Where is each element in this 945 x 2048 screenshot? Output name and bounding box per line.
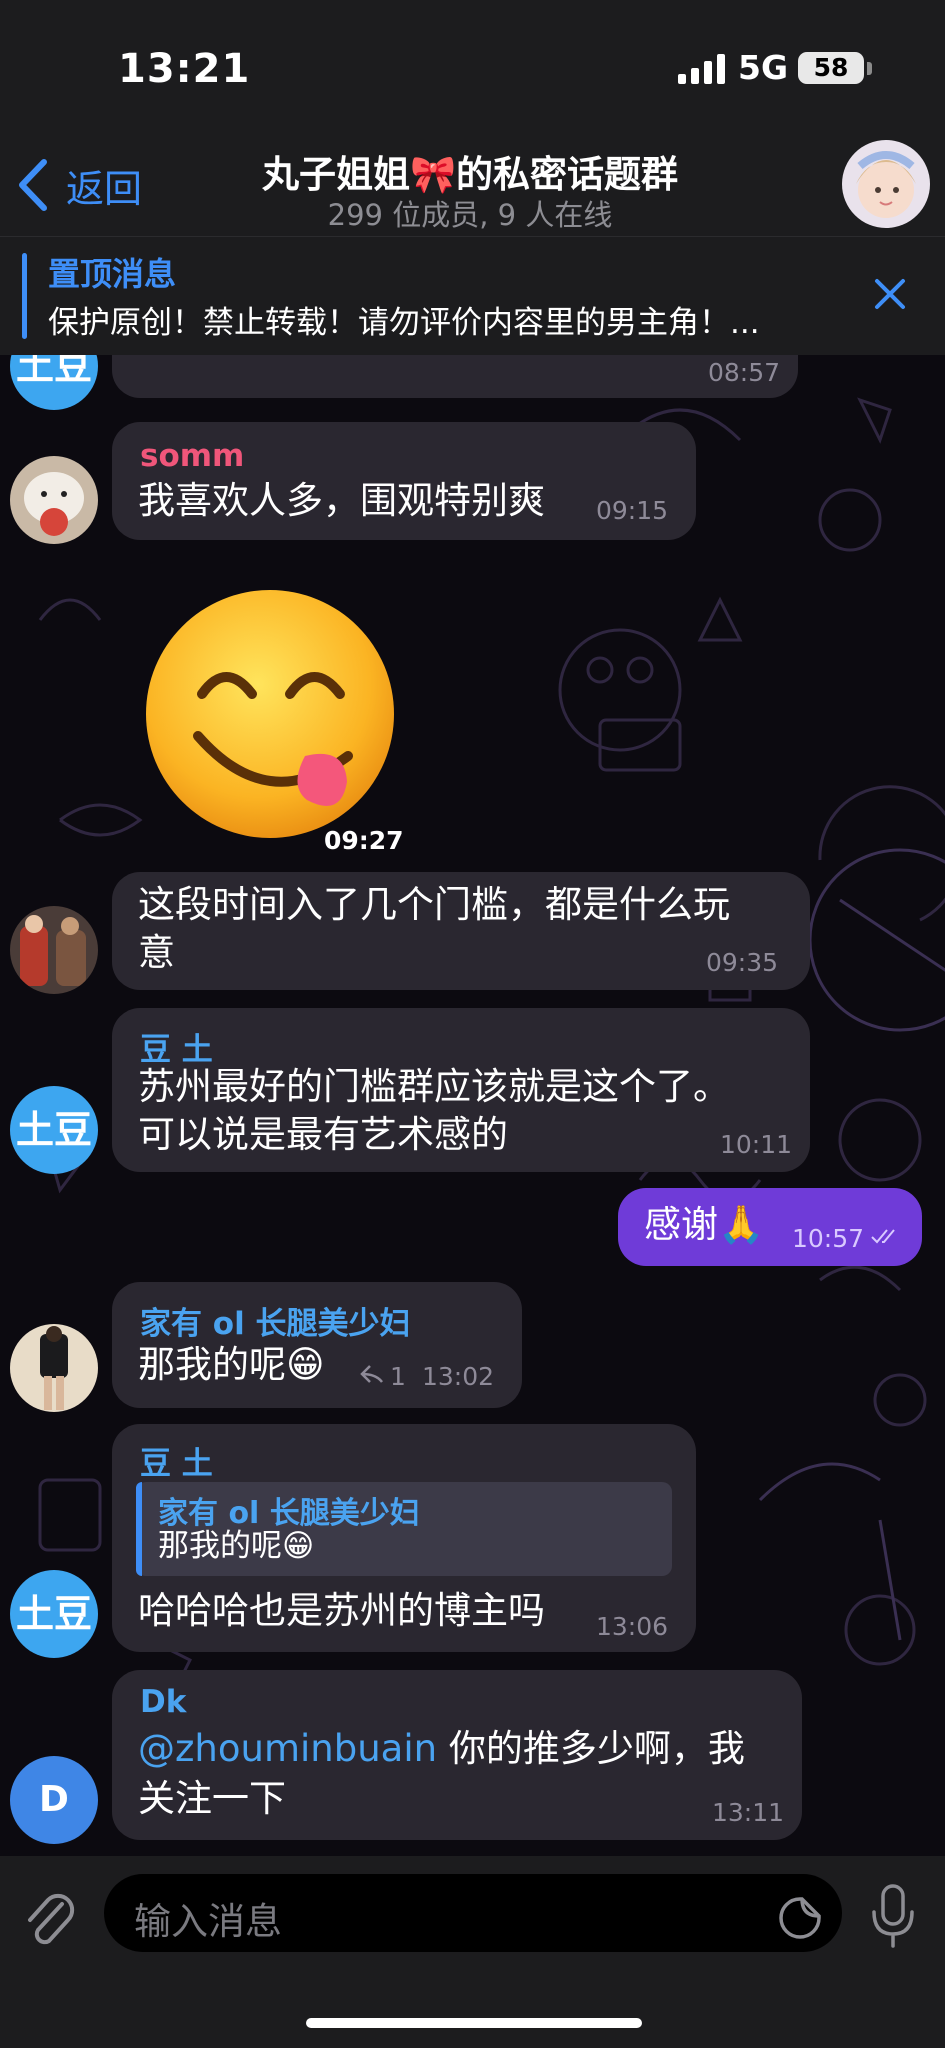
message-time: 08:57 xyxy=(708,358,781,387)
microphone-icon[interactable] xyxy=(870,1884,916,1950)
status-time: 13:21 xyxy=(118,46,251,92)
pinned-message[interactable]: 置顶消息 保护原创！禁止转载！请勿评价内容里的男主角！... xyxy=(0,236,945,355)
avatar-user-3[interactable] xyxy=(10,906,98,994)
message-text: 那我的呢😁 xyxy=(138,1343,325,1386)
status-bar: 13:21 5G 58 xyxy=(0,0,945,130)
avatar-text: D xyxy=(39,1779,69,1820)
double-check-icon xyxy=(871,1229,895,1244)
chat-header: 返回 丸子姐姐🎀的私密话题群 299 位成员, 9 人在线 xyxy=(0,130,945,236)
yum-face-sticker xyxy=(146,590,394,838)
message-text: 你的推多少啊，我 xyxy=(437,1727,745,1770)
message-time: 13:06 xyxy=(596,1612,669,1641)
message-time: 10:57 xyxy=(792,1224,865,1253)
message-text: 苏州最好的门槛群应该就是这个了。 xyxy=(138,1065,730,1108)
message-bubble[interactable]: somm 我喜欢人多，围观特别爽 09:15 xyxy=(112,422,696,540)
avatar-dk[interactable]: D xyxy=(10,1756,98,1844)
message-line: @zhouminbuain 你的推多少啊，我 xyxy=(138,1724,745,1774)
message-sender: 家有 ol 长腿美少妇 xyxy=(140,1306,411,1342)
message-text: 关注一下 xyxy=(138,1777,286,1820)
chat-title[interactable]: 丸子姐姐🎀的私密话题群 xyxy=(200,144,740,198)
message-bubble[interactable]: 08:57 xyxy=(112,354,798,398)
avatar-potato[interactable]: 土豆 xyxy=(10,1570,98,1658)
sticker-icon[interactable] xyxy=(778,1896,822,1940)
message-text: 意 xyxy=(138,931,175,974)
message-bubble[interactable]: Dk @zhouminbuain 你的推多少啊，我 关注一下 13:11 xyxy=(112,1670,802,1840)
message-time: 13:11 xyxy=(712,1798,785,1827)
avatar-text: 土豆 xyxy=(15,1108,92,1152)
outgoing-message-bubble[interactable]: 感谢🙏 10:57 xyxy=(618,1188,922,1266)
pinned-indicator xyxy=(22,253,27,339)
message-text: 可以说是最有艺术感的 xyxy=(138,1113,508,1156)
reply-quote-bar xyxy=(136,1482,142,1576)
message-bubble[interactable]: 豆 土 家有 ol 长腿美少妇 那我的呢😁 哈哈哈也是苏州的博主吗 13:06 xyxy=(112,1424,696,1652)
message-bubble[interactable]: 这段时间入了几个门槛，都是什么玩 意 09:35 xyxy=(112,872,810,990)
close-icon[interactable] xyxy=(872,276,908,312)
pinned-text: 保护原创！禁止转载！请勿评价内容里的男主角！... xyxy=(48,305,760,341)
message-time: 09:15 xyxy=(596,496,669,525)
reply-text: 那我的呢😁 xyxy=(158,1528,315,1564)
pinned-title: 置顶消息 xyxy=(48,255,177,293)
message-time: 13:02 xyxy=(422,1362,495,1391)
message-text: 这段时间入了几个门槛，都是什么玩 xyxy=(138,883,730,926)
battery-level: 58 xyxy=(813,53,849,82)
message-text: 我喜欢人多，围观特别爽 xyxy=(138,479,545,522)
message-time: 10:11 xyxy=(720,1130,793,1159)
member-count: 299 位成员, 9 人在线 xyxy=(327,198,613,232)
avatar-somm[interactable] xyxy=(10,456,98,544)
avatar-user-6[interactable] xyxy=(10,1324,98,1412)
message-sender: 豆 土 xyxy=(140,1446,213,1482)
mention-link[interactable]: @zhouminbuain xyxy=(138,1727,437,1770)
avatar-potato[interactable]: 土豆 xyxy=(10,1086,98,1174)
message-sender: Dk xyxy=(140,1684,187,1720)
message-sender: somm xyxy=(140,438,245,474)
chevron-left-icon[interactable] xyxy=(16,158,50,212)
message-bubble[interactable]: 豆 土 苏州最好的门槛群应该就是这个了。 可以说是最有艺术感的 10:11 xyxy=(112,1008,810,1172)
cellular-signal-icon xyxy=(678,54,725,84)
home-indicator xyxy=(306,2018,642,2028)
input-placeholder: 输入消息 xyxy=(134,1900,282,1943)
sticker-message[interactable]: 09:27 xyxy=(140,586,404,855)
avatar-text: 土豆 xyxy=(15,1592,92,1636)
network-type: 5G xyxy=(738,48,789,87)
reply-quote[interactable]: 家有 ol 长腿美少妇 那我的呢😁 xyxy=(136,1482,672,1576)
back-button[interactable]: 返回 xyxy=(66,158,142,213)
group-avatar[interactable] xyxy=(842,140,930,228)
battery-icon: 58 xyxy=(798,52,864,84)
message-input[interactable]: 输入消息 xyxy=(104,1874,842,1952)
reply-count: 1 xyxy=(390,1362,406,1391)
message-text: 感谢🙏 xyxy=(644,1203,765,1246)
message-time: 09:27 xyxy=(324,826,404,855)
message-bubble[interactable]: 家有 ol 长腿美少妇 那我的呢😁 1 13:02 xyxy=(112,1282,522,1408)
message-text: 哈哈哈也是苏州的博主吗 xyxy=(138,1589,545,1632)
message-input-bar: 输入消息 xyxy=(0,1856,945,2048)
battery-cap xyxy=(867,62,872,75)
message-time: 09:35 xyxy=(706,948,779,977)
paperclip-icon[interactable] xyxy=(24,1890,76,1952)
reply-count-icon[interactable] xyxy=(360,1364,384,1384)
